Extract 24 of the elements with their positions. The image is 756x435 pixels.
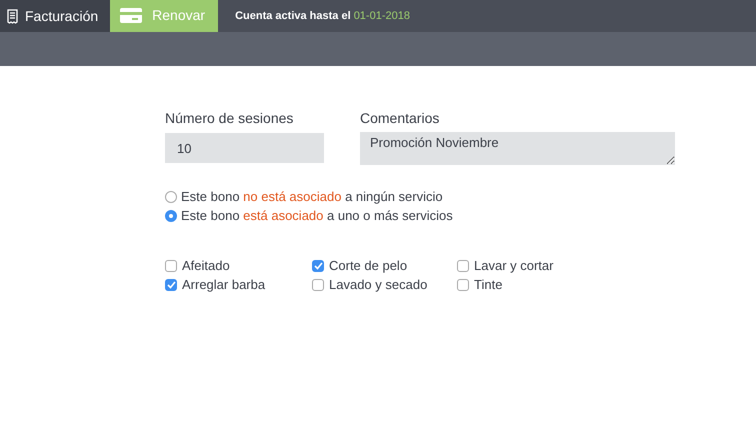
checkbox-label: Corte de pelo bbox=[329, 258, 408, 273]
checkbox-label: Lavado y secado bbox=[329, 277, 428, 292]
checkbox-label: Lavar y cortar bbox=[474, 258, 554, 273]
radio-button[interactable] bbox=[165, 190, 177, 202]
account-notice: Cuenta activa hasta el 01-01-2018 bbox=[235, 10, 410, 22]
sessions-input[interactable]: 10 bbox=[165, 133, 324, 163]
checkbox[interactable] bbox=[457, 278, 469, 290]
radio-button[interactable] bbox=[165, 210, 177, 222]
checkbox[interactable] bbox=[457, 260, 469, 272]
checkbox-label: Afeitado bbox=[182, 258, 230, 273]
credit-card-icon bbox=[120, 8, 142, 22]
comments-textarea[interactable]: Promoción Noviembre bbox=[360, 132, 675, 165]
checkbox[interactable] bbox=[165, 278, 177, 290]
document-icon bbox=[7, 8, 18, 24]
checkbox[interactable] bbox=[165, 260, 177, 272]
radio-label: Este bono está asociado a uno o más servicios bbox=[181, 208, 453, 223]
checkbox[interactable] bbox=[312, 260, 324, 272]
checkbox-label: Tinte bbox=[474, 277, 502, 292]
field-label: Comentarios bbox=[360, 110, 440, 126]
field-label: Número de sesiones bbox=[165, 110, 294, 126]
checkbox[interactable] bbox=[312, 278, 324, 290]
app-title: Facturación bbox=[25, 8, 98, 24]
radio-label: Este bono no está asociado a ningún servicio bbox=[181, 189, 443, 204]
checkbox-label: Arreglar barba bbox=[182, 277, 266, 292]
